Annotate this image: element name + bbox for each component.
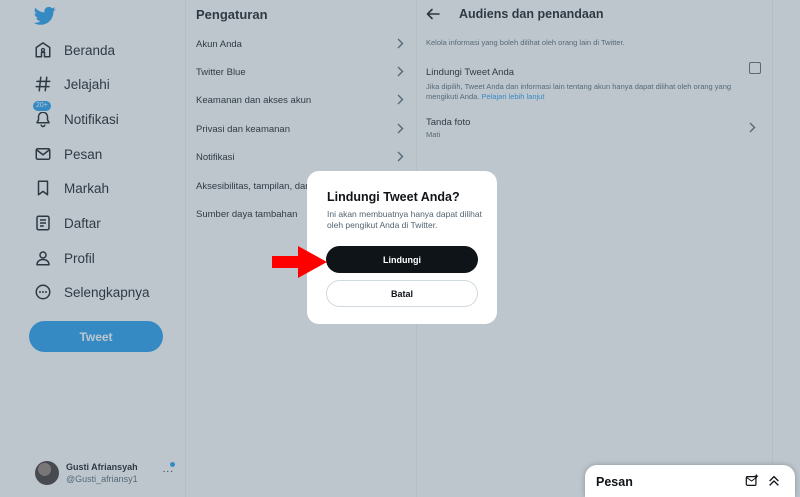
messages-dock[interactable]: Pesan — [585, 465, 795, 497]
messages-dock-title: Pesan — [596, 475, 633, 489]
cancel-button[interactable]: Batal — [326, 280, 478, 307]
dialog-text: Ini akan membuatnya hanya dapat dilihat … — [327, 209, 482, 230]
protect-confirm-button[interactable]: Lindungi — [326, 246, 478, 273]
chevron-double-up-icon[interactable] — [767, 474, 781, 488]
new-message-icon[interactable] — [745, 474, 759, 488]
dialog-title: Lindungi Tweet Anda? — [327, 190, 460, 204]
protect-tweets-dialog: Lindungi Tweet Anda? Ini akan membuatnya… — [307, 171, 497, 324]
annotation-arrow-icon — [272, 246, 327, 278]
